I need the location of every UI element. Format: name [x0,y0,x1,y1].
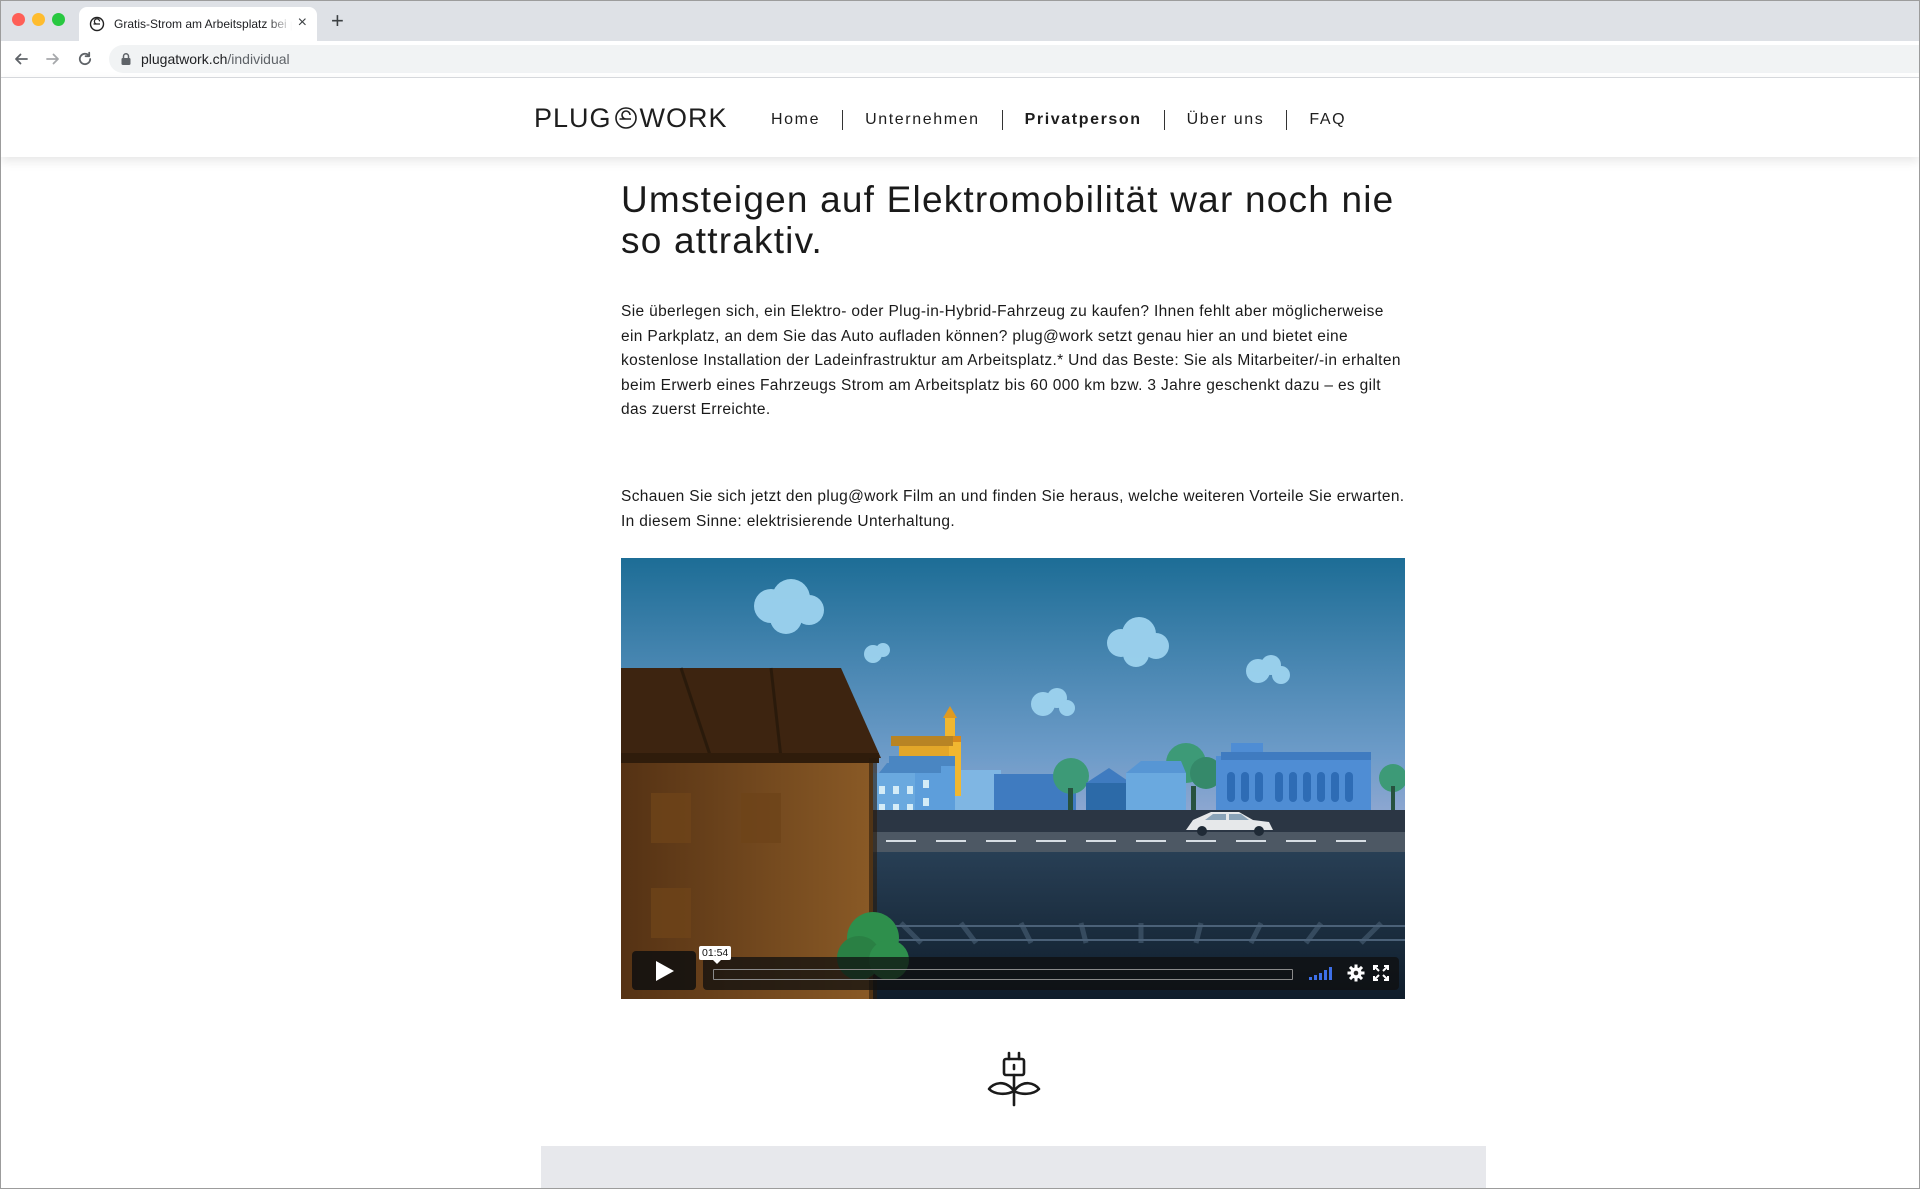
intro-paragraph: Sie überlegen sich, ein Elektro- oder Pl… [621,303,1401,418]
page-headline: Umsteigen auf Elektromobilität war noch … [621,179,1395,261]
tab-title: Gratis-Strom am Arbeitsplatz bei plug@wo… [114,17,292,31]
minimize-window-button[interactable] [32,13,45,26]
url-text: plugatwork.ch/individual [141,51,290,67]
new-tab-button[interactable]: + [331,10,344,32]
forward-icon[interactable] [43,49,63,69]
video-player[interactable]: 01:54 [621,558,1405,999]
browser-toolbar: plugatwork.ch/individual [1,41,1919,78]
logo-text-right: WORK [639,103,728,133]
video-frame-illustration [621,558,1405,999]
play-button[interactable] [632,951,696,990]
plug-icon [987,1051,1041,1107]
volume-icon[interactable] [1309,966,1337,980]
nav-divider [1286,110,1288,130]
close-window-button[interactable] [12,13,25,26]
back-icon[interactable] [11,49,31,69]
url-path: /individual [227,51,290,67]
lock-icon [121,53,131,65]
footer-section [541,1146,1486,1188]
video-duration: 01:54 [699,946,732,964]
nav-divider [1001,110,1003,130]
fullscreen-icon[interactable] [1373,965,1389,981]
reload-icon[interactable] [75,49,95,69]
nav-item-ueber-uns[interactable]: Über uns [1187,111,1265,129]
main-navigation: Home Unternehmen Privatperson Über uns F… [771,110,1346,130]
maximize-window-button[interactable] [52,13,65,26]
video-controls-bar [703,957,1399,990]
settings-icon[interactable] [1347,964,1365,982]
nav-item-privatperson[interactable]: Privatperson [1025,111,1142,129]
nav-divider [1163,110,1165,130]
nav-divider [842,110,844,130]
site-header: PLUG WORK Home Unternehmen Privatperson … [1,78,1919,157]
nav-item-unternehmen[interactable]: Unternehmen [865,111,980,129]
play-icon [656,961,674,981]
url-host: plugatwork.ch [141,51,228,67]
plugatwork-favicon-icon [89,16,105,32]
tab-bar: Gratis-Strom am Arbeitsplatz bei plug@wo… [1,1,1919,41]
site-logo[interactable]: PLUG WORK [534,103,728,133]
nav-item-faq[interactable]: FAQ [1309,111,1346,129]
film-paragraph: Schauen Sie sich jetzt den plug@work Fil… [621,488,1405,530]
logo-at-icon [614,107,637,129]
browser-tab[interactable]: Gratis-Strom am Arbeitsplatz bei plug@wo… [79,7,317,41]
close-icon[interactable]: × [298,15,307,31]
video-progress-bar[interactable] [713,969,1293,980]
address-bar[interactable]: plugatwork.ch/individual [109,45,1919,73]
browser-window: Gratis-Strom am Arbeitsplatz bei plug@wo… [0,0,1920,1189]
logo-text-left: PLUG [534,103,612,133]
nav-item-home[interactable]: Home [771,111,820,129]
